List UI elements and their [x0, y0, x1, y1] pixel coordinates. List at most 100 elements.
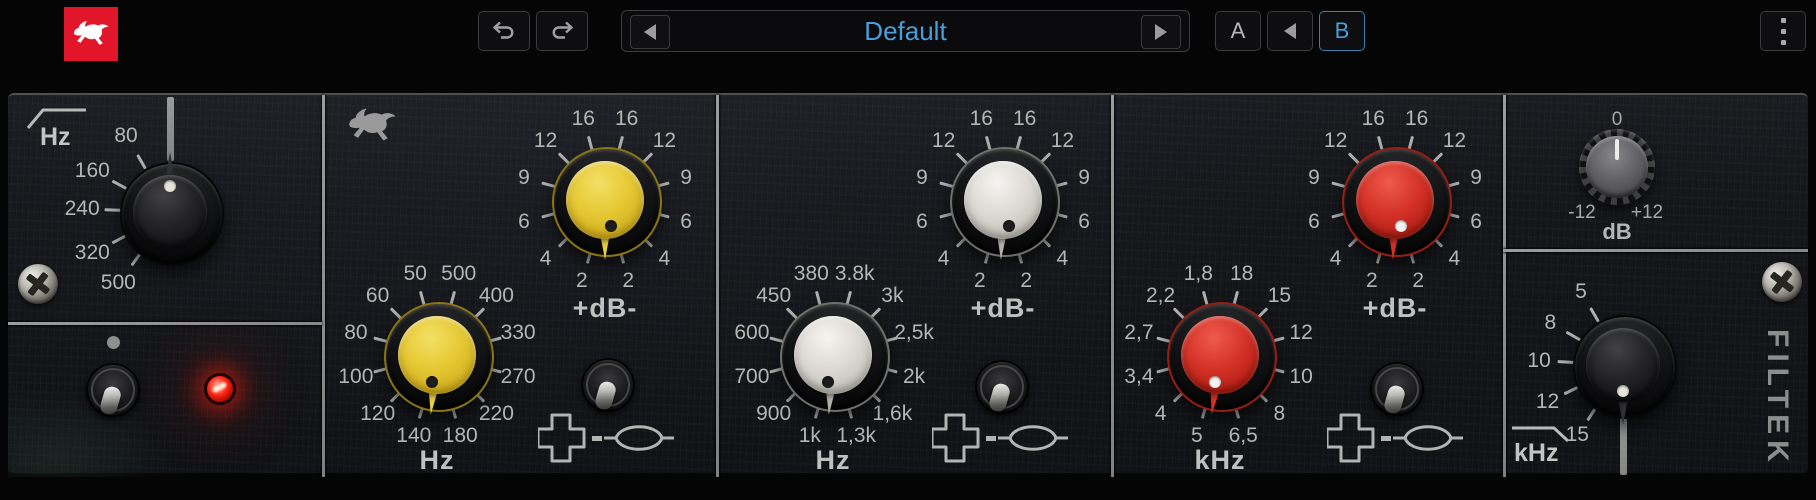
knob-scale-label: 16 — [1362, 107, 1385, 131]
knob-tick — [1557, 360, 1573, 364]
knob-scale-label: 9 — [1308, 166, 1320, 190]
knob-scale-label: 6 — [916, 210, 928, 234]
right-arrow-icon — [1155, 24, 1167, 40]
knob-scale-label: 2 — [1366, 269, 1378, 293]
knob-scale-label: 500 — [101, 271, 136, 295]
knob-scale-label: 700 — [734, 365, 769, 389]
knob-scale-label: 140 — [396, 424, 431, 448]
knob-position-dot — [1209, 376, 1221, 388]
knob-scale-label: 16 — [1405, 107, 1428, 131]
redo-button[interactable] — [536, 11, 588, 51]
knob-scale-label: 12 — [534, 129, 557, 153]
knob-scale-label: 2 — [1020, 269, 1032, 293]
knob-needle — [1615, 139, 1619, 160]
shelf-bell-icon — [932, 413, 1072, 465]
knob-scale-label: 2,7 — [1124, 321, 1153, 345]
redo-icon — [548, 20, 576, 42]
ab-copy-button[interactable] — [1267, 11, 1313, 51]
band3-shape-toggle[interactable] — [1370, 362, 1424, 416]
output-unit: dB — [1575, 219, 1659, 245]
antelope-logo — [64, 7, 118, 61]
knob-scale-label: 320 — [75, 241, 110, 265]
preset-next-button[interactable] — [1141, 15, 1181, 49]
knob-scale-label: 2 — [576, 269, 588, 293]
knob-scale-label: 16 — [1013, 107, 1036, 131]
knob-scale-label: 240 — [65, 197, 100, 221]
brand-label: FILTEK — [1760, 329, 1794, 479]
section-divider — [1503, 95, 1506, 477]
knob-scale-label: 2 — [974, 269, 986, 293]
band3-gain-unit: +dB- — [1325, 293, 1465, 324]
knob-scale-label: 6 — [1470, 210, 1482, 234]
knob-scale-label: 100 — [338, 365, 373, 389]
knob-scale-label: 4 — [540, 247, 552, 271]
section-divider — [1111, 95, 1114, 477]
knob-scale-label: 4 — [1155, 402, 1167, 426]
knob-scale-label: 180 — [443, 424, 478, 448]
knob-scale-label: 2 — [622, 269, 634, 293]
screw — [18, 264, 58, 304]
knob-position-dot — [1395, 220, 1407, 232]
knob-scale-label: 15 — [1268, 284, 1291, 308]
knob-scale-label: 15 — [1566, 423, 1589, 447]
knob-scale-label: 900 — [756, 402, 791, 426]
knob-scale-label: 6 — [1078, 210, 1090, 234]
knob-tick — [104, 208, 120, 212]
knob-face — [1586, 136, 1648, 198]
knob-scale-label: 80 — [114, 124, 137, 148]
knob-position-dot — [605, 220, 617, 232]
knob-scale-label: 6 — [1308, 210, 1320, 234]
knob-scale-label: 2,2 — [1146, 284, 1175, 308]
knob-scale-label: 2,5k — [894, 321, 934, 345]
knob-scale-label: 3.8k — [835, 262, 875, 286]
band2-shape-toggle[interactable] — [975, 360, 1029, 414]
knob-scale-label: 12 — [1051, 129, 1074, 153]
knob-position-dot — [426, 376, 438, 388]
knob-scale-label: 2k — [903, 365, 925, 389]
toggle-lever — [98, 385, 122, 417]
toggle-lever — [1382, 384, 1406, 416]
knob-scale-label: 450 — [756, 284, 791, 308]
knob-scale-label: 16 — [615, 107, 638, 131]
knob-scale-label: 380 — [794, 262, 829, 286]
knob-scale-label: 4 — [938, 247, 950, 271]
knob-scale-label: 9 — [680, 166, 692, 190]
band1-gain-unit: +dB- — [535, 293, 675, 324]
antelope-icon — [344, 105, 400, 147]
knob-scale-label: 12 — [1536, 390, 1559, 414]
undo-button[interactable] — [478, 11, 530, 51]
kebab-icon — [1781, 18, 1786, 23]
output-section-divider — [1503, 249, 1808, 252]
knob-scale-label: 1,3k — [836, 424, 876, 448]
filtek-panel: Hz 80160240320500 1612964216129642 +dB- … — [8, 93, 1808, 475]
knob-scale-label: 1k — [799, 424, 821, 448]
knob-scale-label: 12 — [1324, 129, 1347, 153]
knob-scale-label: 2 — [1412, 269, 1424, 293]
ab-a-button[interactable]: A — [1215, 11, 1261, 51]
knob-scale-label: 80 — [344, 321, 367, 345]
knob-scale-label: 6 — [518, 210, 530, 234]
preset-name[interactable]: Default — [622, 11, 1189, 53]
ab-b-button[interactable]: B — [1319, 11, 1365, 51]
output-gain-knob[interactable] — [1579, 129, 1655, 205]
knob-scale-label: 8 — [1274, 402, 1286, 426]
band1-freq-unit: Hz — [367, 445, 507, 476]
knob-scale-label: 1,8 — [1184, 262, 1213, 286]
preset-selector: Default — [621, 10, 1190, 52]
knob-scale-label: 12 — [1289, 321, 1312, 345]
toggle-lever — [987, 382, 1011, 414]
band1-shape-toggle[interactable] — [581, 358, 635, 412]
knob-scale-label: 500 — [441, 262, 476, 286]
knob-scale-label: 4 — [1449, 247, 1461, 271]
knob-scale-label: 10 — [1289, 365, 1312, 389]
knob-tick — [136, 154, 147, 169]
menu-button[interactable] — [1760, 11, 1806, 51]
shelf-bell-icon — [538, 413, 678, 465]
left-arrow-icon — [1284, 23, 1296, 39]
power-toggle[interactable] — [86, 363, 140, 417]
knob-scale-label: 8 — [1544, 311, 1556, 335]
knob-scale-label: 12 — [653, 129, 676, 153]
undo-icon — [490, 20, 518, 42]
knob-position-dot — [1617, 385, 1629, 397]
knob-scale-label: 50 — [404, 262, 427, 286]
